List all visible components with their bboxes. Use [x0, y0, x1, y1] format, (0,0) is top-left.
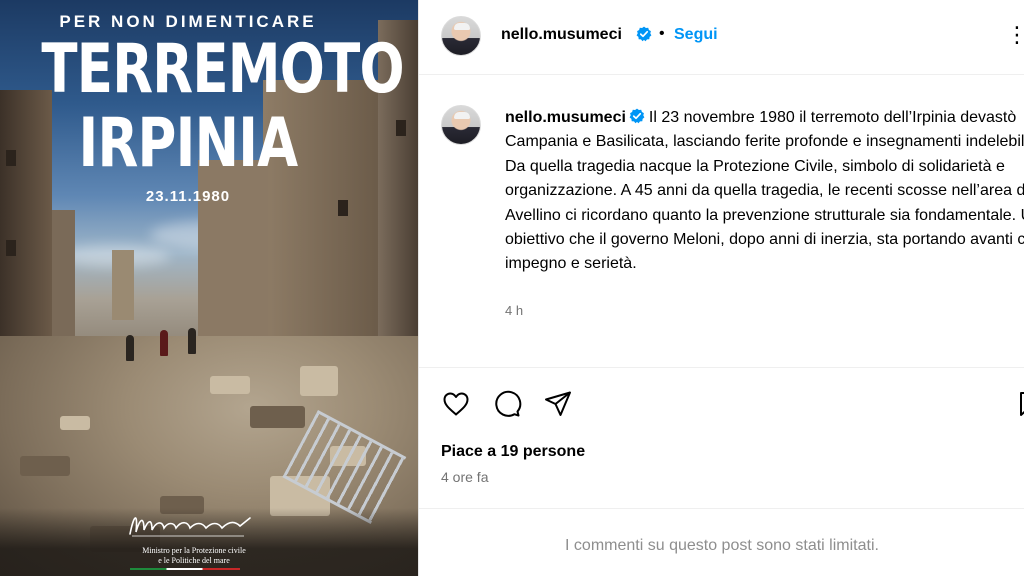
rubble-stone: [210, 376, 250, 394]
italian-flag-stripe: [130, 568, 240, 570]
signature-image: [129, 517, 251, 537]
poster-kicker: PER NON DIMENTICARE: [59, 12, 317, 31]
caption-timestamp[interactable]: 4 h: [505, 303, 523, 318]
caption-section: nello.musumeci Il 23 novembre 1980 il te…: [419, 75, 1024, 368]
rubble-stone: [300, 366, 338, 396]
window: [6, 240, 16, 256]
person: [188, 328, 196, 354]
post-caption: nello.musumeci Il 23 novembre 1980 il te…: [505, 106, 1024, 277]
comments-limited-notice: I commenti su questo post sono stati lim…: [565, 537, 879, 554]
bell-tower: [112, 250, 134, 320]
person: [160, 330, 168, 356]
caption-username-link[interactable]: nello.musumeci: [505, 109, 626, 126]
share-icon[interactable]: [543, 389, 573, 419]
verified-badge-icon: [629, 108, 645, 124]
bookmark-icon[interactable]: [1015, 389, 1024, 419]
caption-avatar[interactable]: [441, 105, 481, 145]
poster-caption-line: e le Politiche del mare: [158, 556, 230, 565]
rubble-stone: [250, 406, 305, 428]
more-options-icon[interactable]: ⋮: [1006, 22, 1024, 48]
post-actions: Piace a 19 persone 4 ore fa: [419, 368, 1024, 509]
window: [6, 150, 16, 166]
post-date[interactable]: 4 ore fa: [441, 469, 488, 485]
poster-title-line2: IRPINIA: [78, 104, 299, 183]
avatar[interactable]: [441, 16, 481, 56]
username-link[interactable]: nello.musumeci: [501, 26, 622, 44]
separator-dot: •: [659, 25, 665, 42]
post-panel: nello.musumeci • Segui ⋮ nello.musumeci …: [418, 0, 1024, 576]
heart-icon[interactable]: [441, 389, 471, 419]
poster-date: 23.11.1980: [145, 188, 231, 205]
follow-button[interactable]: Segui: [674, 26, 718, 44]
comment-icon[interactable]: [492, 389, 522, 419]
verified-badge-icon: [636, 26, 652, 42]
rubble-stone: [20, 456, 70, 476]
rubble-stone: [60, 416, 90, 430]
poster-caption-line: Ministro per la Protezione civile: [142, 546, 246, 555]
person: [126, 335, 134, 361]
ruined-building: [198, 160, 268, 340]
window: [396, 120, 406, 136]
poster-caption: Ministro per la Protezione civile e le P…: [124, 546, 264, 566]
post-image[interactable]: PER NON DIMENTICARE TERREMOTO IRPINIA 23…: [0, 0, 418, 576]
caption-text: Il 23 novembre 1980 il terremoto dell’Ir…: [505, 109, 1024, 273]
likes-count[interactable]: Piace a 19 persone: [441, 443, 585, 461]
poster-title-line1: TERREMOTO: [41, 30, 404, 109]
post-header: nello.musumeci • Segui ⋮: [419, 0, 1024, 75]
